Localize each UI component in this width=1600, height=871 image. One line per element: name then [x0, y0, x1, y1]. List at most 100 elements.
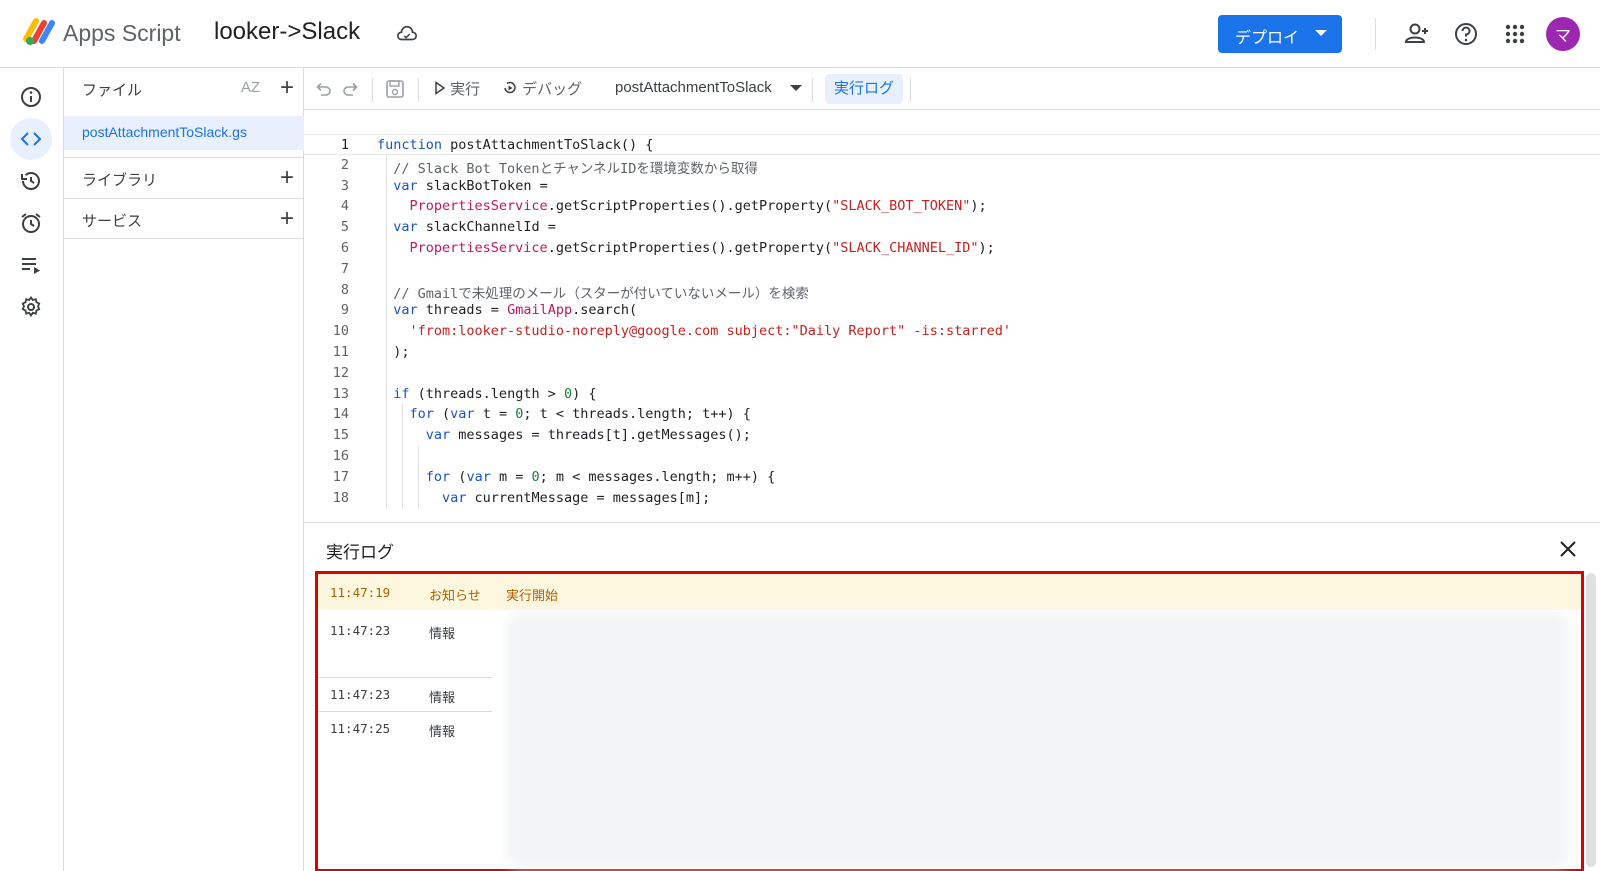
toolbar-divider	[910, 78, 911, 102]
code-line[interactable]: 16	[304, 446, 1600, 467]
add-service-button[interactable]: +	[280, 207, 294, 231]
code-line[interactable]: 7	[304, 259, 1600, 280]
code-text: var messages = threads[t].getMessages();	[425, 427, 751, 444]
debug-label: デバッグ	[522, 81, 583, 98]
line-number: 6	[340, 240, 349, 256]
services-label: サービス	[82, 213, 143, 230]
toolbar-divider	[418, 78, 419, 102]
code-text: for (var t = 0; t < threads.length; t++)…	[409, 406, 751, 423]
execution-log-toggle[interactable]: 実行ログ	[825, 74, 903, 104]
log-level: 情報	[429, 690, 456, 705]
undo-icon[interactable]	[314, 80, 332, 98]
code-editor[interactable]: 1 function postAttachmentToSlack() {2 // …	[304, 110, 1600, 522]
line-number: 14	[332, 406, 349, 423]
add-library-button[interactable]: +	[280, 166, 294, 190]
file-item[interactable]: postAttachmentToSlack.gs	[64, 116, 304, 150]
apps-grid-icon[interactable]	[1501, 20, 1529, 48]
code-line[interactable]: 3 var slackBotToken =	[304, 176, 1600, 197]
toolbar-divider	[812, 78, 813, 102]
rail-item-editor[interactable]	[10, 118, 52, 160]
rail-item-executions[interactable]	[10, 244, 52, 286]
log-level: 情報	[429, 626, 456, 641]
gear-icon	[21, 295, 41, 318]
code-text: // Slack Bot TokenとチャンネルIDを環境変数から取得	[393, 160, 758, 177]
line-number: 8	[340, 281, 349, 298]
toolbar-divider	[372, 78, 373, 102]
project-title[interactable]: looker->Slack	[214, 18, 360, 46]
file-name: postAttachmentToSlack.gs	[82, 124, 247, 140]
code-line[interactable]: 14 for (var t = 0; t < threads.length; t…	[304, 404, 1600, 425]
app-name: Apps Script	[63, 20, 181, 46]
play-icon	[435, 81, 446, 95]
help-icon[interactable]	[1452, 20, 1480, 48]
code-text: PropertiesService.getScriptProperties().…	[409, 198, 987, 215]
line-number: 2	[340, 156, 349, 173]
run-button[interactable]: 実行	[434, 78, 480, 99]
avatar[interactable]: マ	[1546, 17, 1580, 51]
line-number: 7	[340, 260, 349, 277]
code-line[interactable]: 15 var messages = threads[t].getMessages…	[304, 425, 1600, 446]
line-number: 16	[332, 448, 349, 464]
code-line[interactable]: 4 PropertiesService.getScriptProperties(…	[304, 196, 1600, 217]
files-section-header: ファイル AZ +	[64, 68, 304, 108]
sort-az-icon[interactable]: AZ	[241, 79, 260, 96]
save-icon[interactable]	[384, 78, 406, 100]
add-person-icon[interactable]	[1403, 20, 1431, 48]
line-number: 5	[340, 219, 349, 236]
code-line[interactable]: 11 );	[304, 342, 1600, 363]
function-select[interactable]: postAttachmentToSlack	[615, 79, 772, 96]
line-number: 4	[340, 198, 349, 215]
log-title: 実行ログ	[326, 543, 394, 562]
code-text: var threads = GmailApp.search(	[393, 302, 638, 319]
code-icon	[20, 132, 42, 146]
rail-item-overview[interactable]	[10, 76, 52, 118]
code-line[interactable]: 9 var threads = GmailApp.search(	[304, 300, 1600, 321]
files-label: ファイル	[82, 82, 143, 99]
code-text: );	[377, 344, 410, 360]
line-number: 15	[332, 427, 349, 444]
code-line[interactable]: 6 PropertiesService.getScriptProperties(…	[304, 238, 1600, 259]
chevron-down-icon[interactable]	[790, 85, 802, 91]
code-line[interactable]: 2 // Slack Bot TokenとチャンネルIDを環境変数から取得	[304, 155, 1600, 177]
code-line[interactable]: 10 'from:looker-studio-noreply@google.co…	[304, 321, 1600, 342]
chevron-down-icon[interactable]	[1315, 30, 1327, 36]
left-nav-rail	[0, 68, 64, 871]
code-line[interactable]: 13 if (threads.length > 0) {	[304, 384, 1600, 405]
log-scrollbar[interactable]	[1586, 573, 1596, 867]
deploy-button[interactable]: デプロイ	[1218, 15, 1342, 53]
libraries-section-header: ライブラリ +	[64, 158, 304, 198]
line-number: 10	[332, 323, 349, 340]
code-line[interactable]: 18 var currentMessage = messages[m];	[304, 488, 1600, 509]
line-number: 12	[332, 364, 349, 381]
code-text: var slackChannelId =	[393, 219, 556, 236]
code-text: var slackBotToken =	[393, 177, 548, 194]
code-text: function postAttachmentToSlack() {	[377, 137, 654, 153]
rail-item-settings[interactable]	[10, 286, 52, 328]
alarm-icon	[21, 213, 41, 233]
rail-item-history[interactable]	[10, 160, 52, 202]
code-text: for (var m = 0; m < messages.length; m++…	[425, 468, 776, 485]
redo-icon[interactable]	[342, 80, 360, 98]
execution-log-panel: 実行ログ 11:47:19 お知らせ 実行開始 11:47:23 情報 11:4…	[304, 522, 1600, 871]
run-label: 実行	[450, 81, 481, 98]
code-line[interactable]: 12	[304, 363, 1600, 384]
apps-script-logo-icon[interactable]	[22, 17, 56, 47]
close-icon[interactable]	[1558, 539, 1578, 559]
code-line[interactable]: 8 // Gmailで未処理のメール（スターが付いていないメール）を検索	[304, 280, 1600, 302]
code-line[interactable]: 17 for (var m = 0; m < messages.length; …	[304, 467, 1600, 488]
line-number: 3	[340, 177, 349, 194]
code-text: 'from:looker-studio-noreply@google.com s…	[409, 323, 1011, 340]
code-text: var currentMessage = messages[m];	[442, 489, 711, 506]
rail-item-triggers[interactable]	[10, 202, 52, 244]
code-text: PropertiesService.getScriptProperties().…	[409, 240, 995, 256]
add-file-button[interactable]: +	[280, 76, 294, 100]
code-line[interactable]: 5 var slackChannelId =	[304, 217, 1600, 238]
log-row: 11:47:19 お知らせ 実行開始	[318, 574, 1581, 610]
line-number: 17	[332, 468, 349, 485]
code-line[interactable]: 1 function postAttachmentToSlack() {	[304, 134, 1600, 155]
debug-button[interactable]: デバッグ	[502, 78, 582, 99]
line-number: 9	[340, 302, 349, 319]
line-number: 13	[332, 385, 349, 402]
executions-icon	[22, 258, 40, 274]
debug-icon	[504, 81, 516, 94]
